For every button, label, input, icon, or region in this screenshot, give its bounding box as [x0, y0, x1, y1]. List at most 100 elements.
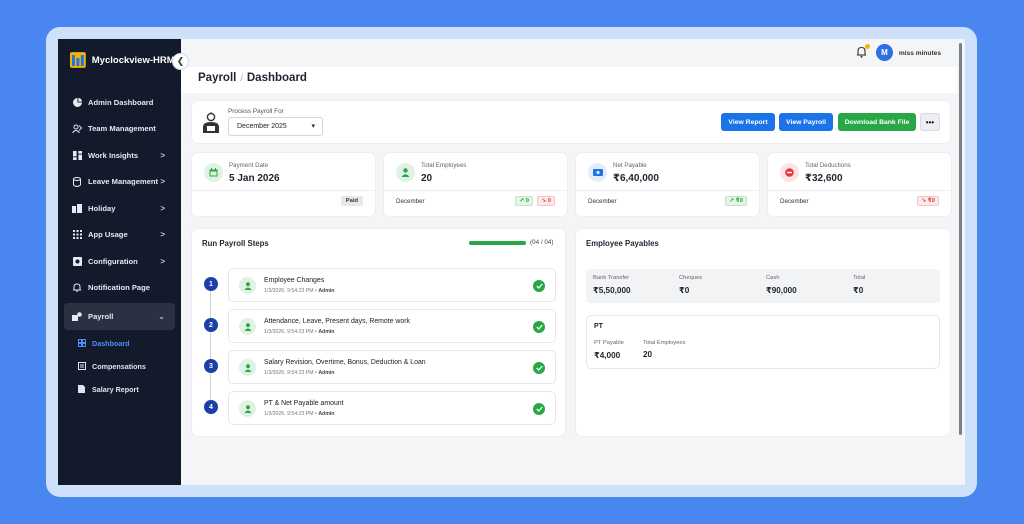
sidebar-item-team-management[interactable]: Team Management — [64, 116, 175, 143]
pt-title: PT — [594, 323, 603, 330]
apps-icon — [72, 230, 82, 240]
process-label: Process Payroll For — [228, 108, 284, 115]
sidebar-item-label: Notification Page — [88, 283, 151, 293]
payable-bank-transfer: Bank Transfer ₹5,50,000 — [593, 275, 631, 295]
settings-icon — [72, 256, 82, 266]
user-icon — [396, 163, 415, 182]
steps-progress-text: (04 / 04) — [530, 239, 554, 246]
avatar[interactable]: M — [876, 44, 893, 61]
sidebar-subitem-compensations[interactable]: Compensations — [64, 355, 175, 378]
stat-footer: December — [588, 198, 617, 205]
brand[interactable]: Myclockview-HRMS — [58, 39, 181, 81]
divider — [768, 190, 951, 191]
topbar: M miss minutes — [181, 39, 965, 67]
trend-up-badge: ↗ 0 — [515, 196, 533, 206]
brand-name: Myclockview-HRMS — [91, 54, 181, 66]
user-icon — [239, 277, 256, 294]
app-window: Myclockview-HRMS Admin Dashboard Team Ma… — [58, 39, 965, 485]
step-title: PT & Net Payable amount — [264, 400, 344, 407]
step-card-salary-revision[interactable]: Salary Revision, Overtime, Bonus, Deduct… — [228, 350, 556, 384]
payable-label: Cheques — [679, 275, 703, 281]
steps-timeline — [210, 285, 211, 409]
building-icon — [72, 203, 82, 213]
collapse-sidebar-button[interactable]: ❮ — [172, 53, 189, 70]
sidebar-item-label: Configuration — [88, 256, 138, 266]
section-title: Employee Payables — [586, 239, 659, 248]
payroll-submenu: Dashboard Compensations Salary Report — [64, 332, 175, 401]
sidebar-item-app-usage[interactable]: App Usage > — [64, 222, 175, 249]
sidebar-subitem-salary-report[interactable]: Salary Report — [64, 378, 175, 401]
payroll-steps-card: Run Payroll Steps (04 / 04) 1 Employee C… — [192, 229, 565, 436]
stat-value: ₹32,600 — [805, 173, 843, 184]
stat-footer: December — [396, 198, 425, 205]
breadcrumb-separator: / — [240, 73, 243, 83]
step-card-attendance[interactable]: Attendance, Leave, Present days, Remote … — [228, 309, 556, 343]
step-meta: 1/3/2026, 9:54:23 PM • Admin — [264, 329, 335, 335]
sidebar-item-label: Payroll — [88, 311, 114, 321]
step-meta: 1/3/2026, 9:54:23 PM • Admin — [264, 288, 335, 294]
pt-summary: PT PT Payable ₹4,000 Total Employees 20 — [586, 315, 940, 369]
sidebar-item-admin-dashboard[interactable]: Admin Dashboard — [64, 89, 175, 116]
sidebar-item-label: Holiday — [88, 203, 116, 213]
check-circle-icon — [533, 321, 545, 333]
view-payroll-button[interactable]: View Payroll — [779, 113, 833, 131]
breadcrumb-parent[interactable]: Payroll — [198, 72, 236, 84]
step-author: Admin — [318, 329, 335, 335]
sidebar-subitem-dashboard[interactable]: Dashboard — [64, 332, 175, 355]
payable-value: ₹5,50,000 — [593, 286, 631, 295]
user-icon — [239, 318, 256, 335]
page-header: Payroll / Dashboard — [181, 67, 957, 93]
payable-label: Total — [853, 275, 866, 281]
stat-label: Net Payable — [613, 162, 647, 169]
file-icon — [78, 385, 86, 393]
sidebar-item-work-insights[interactable]: Work Insights > — [64, 142, 175, 169]
view-report-button[interactable]: View Report — [721, 113, 775, 131]
step-date: 1/3/2026, 9:54:23 PM — [264, 288, 314, 294]
stat-card-net-payable: Net Payable ₹6,40,000 December ↗ ₹0 — [576, 153, 759, 216]
sidebar-item-payroll[interactable]: Payroll ⌄ — [64, 303, 175, 330]
bell-icon — [72, 283, 82, 293]
trend-down-badge: ↘ 0 — [537, 196, 555, 206]
payable-value: ₹90,000 — [766, 286, 797, 295]
users-icon — [72, 124, 82, 134]
more-options-button[interactable]: ••• — [920, 113, 940, 131]
employee-badge-icon — [203, 112, 219, 133]
sidebar-item-notification-page[interactable]: Notification Page — [64, 275, 175, 302]
stat-label: Total Deductions — [805, 162, 851, 169]
stat-value: 5 Jan 2026 — [229, 173, 280, 184]
step-meta: 1/3/2026, 9:54:23 PM • Admin — [264, 411, 335, 417]
step-author: Admin — [318, 288, 335, 294]
user-icon — [239, 359, 256, 376]
page-scrollbar[interactable] — [959, 43, 962, 435]
section-title: Run Payroll Steps — [202, 239, 269, 248]
sidebar-item-configuration[interactable]: Configuration > — [64, 248, 175, 275]
pt-payable-value: ₹4,000 — [594, 351, 621, 360]
step-card-pt-net-payable[interactable]: PT & Net Payable amount 1/3/2026, 9:54:2… — [228, 391, 556, 425]
step-number: 3 — [204, 359, 218, 373]
minus-circle-icon — [780, 163, 799, 182]
month-select[interactable]: December 2025 ▾ — [228, 117, 323, 136]
step-card-employee-changes[interactable]: Employee Changes 1/3/2026, 9:54:23 PM • … — [228, 268, 556, 302]
step-author: Admin — [318, 411, 335, 417]
sidebar-item-holiday[interactable]: Holiday > — [64, 195, 175, 222]
payable-cheques: Cheques ₹0 — [679, 275, 702, 295]
payables-summary: Bank Transfer ₹5,50,000 Cheques ₹0 Cash … — [586, 269, 940, 303]
sidebar-subitem-label: Dashboard — [92, 338, 130, 348]
sidebar-item-label: Team Management — [88, 124, 156, 134]
chevron-right-icon: > — [160, 256, 165, 266]
payable-cash: Cash ₹90,000 — [766, 275, 797, 295]
sidebar-item-label: Leave Management — [88, 177, 159, 187]
stat-card-total-deductions: Total Deductions ₹32,600 December ↘ ₹0 — [768, 153, 951, 216]
step-title: Attendance, Leave, Present days, Remote … — [264, 318, 410, 325]
download-bank-file-button[interactable]: Download Bank File — [838, 113, 916, 131]
divider — [576, 190, 759, 191]
username[interactable]: miss minutes — [899, 50, 941, 57]
step-number: 1 — [204, 277, 218, 291]
sidebar-item-leave-management[interactable]: Leave Management > — [64, 169, 175, 196]
brand-logo-icon — [70, 52, 86, 68]
notification-badge — [865, 44, 870, 49]
sidebar-subitem-label: Salary Report — [92, 384, 139, 394]
dropdown-caret-icon: ▾ — [311, 123, 315, 130]
month-select-value: December 2025 — [237, 123, 287, 130]
chevron-left-icon: ❮ — [176, 56, 185, 66]
